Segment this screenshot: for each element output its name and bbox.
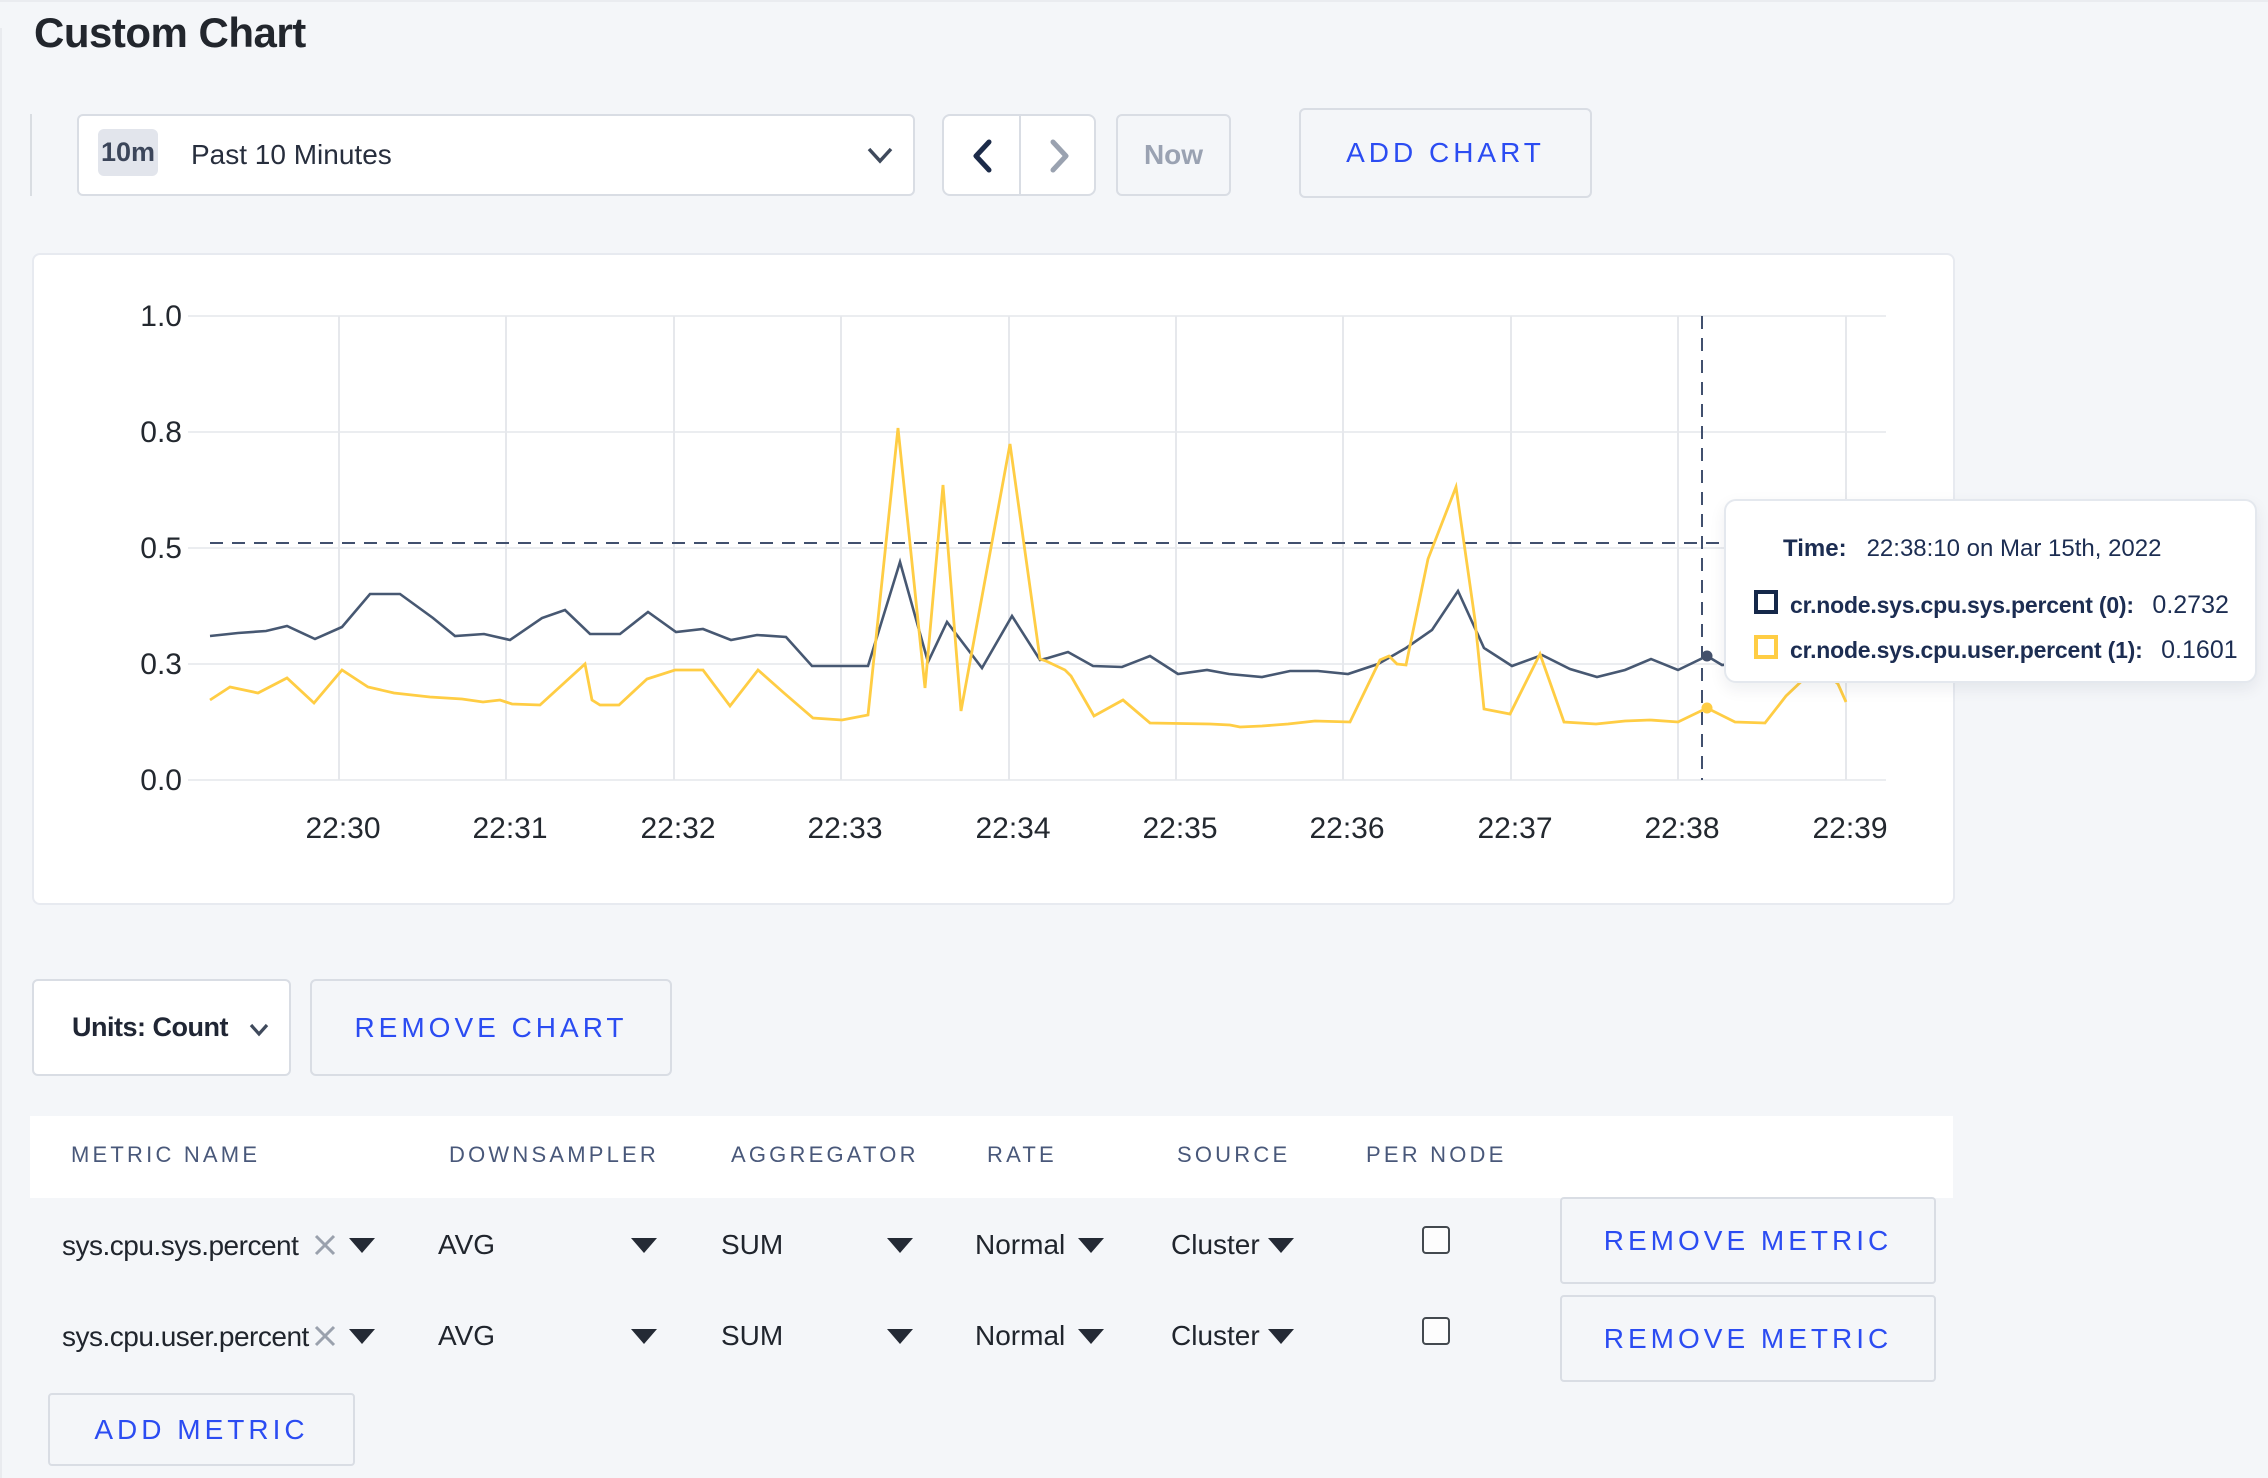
svg-text:22:35: 22:35 [1142, 812, 1217, 845]
svg-text:0.8: 0.8 [140, 416, 182, 449]
svg-text:0.5: 0.5 [140, 532, 182, 565]
svg-text:22:34: 22:34 [975, 812, 1050, 845]
svg-text:22:31: 22:31 [472, 812, 547, 845]
svg-text:22:37: 22:37 [1477, 812, 1552, 845]
svg-text:22:39: 22:39 [1812, 812, 1887, 845]
svg-text:22:32: 22:32 [640, 812, 715, 845]
svg-text:0.0: 0.0 [140, 764, 182, 797]
svg-text:1.0: 1.0 [140, 300, 182, 333]
svg-text:22:38: 22:38 [1644, 812, 1719, 845]
svg-text:22:30: 22:30 [305, 812, 380, 845]
svg-text:22:33: 22:33 [807, 812, 882, 845]
svg-text:0.3: 0.3 [140, 648, 182, 681]
svg-text:22:36: 22:36 [1309, 812, 1384, 845]
